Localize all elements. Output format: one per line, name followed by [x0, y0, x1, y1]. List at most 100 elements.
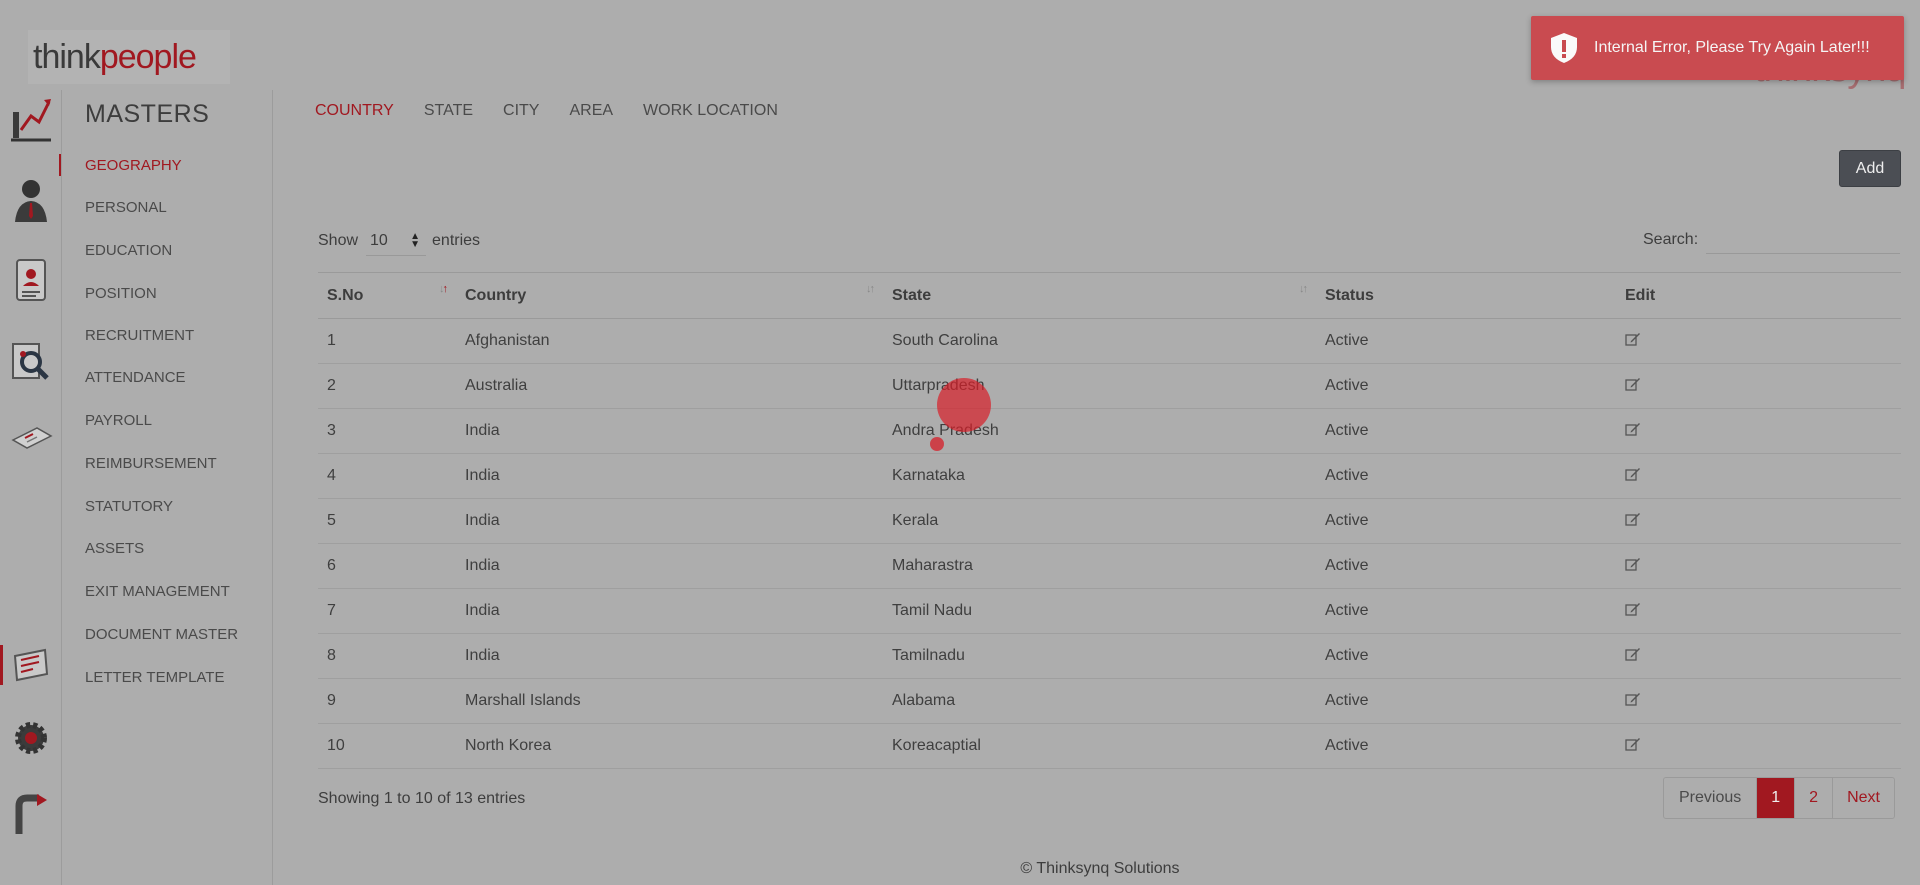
checklist-icon[interactable]	[8, 638, 54, 690]
edit-icon[interactable]	[1625, 332, 1641, 346]
tab-area[interactable]: AREA	[569, 102, 613, 120]
cell-country: Afghanistan	[456, 318, 883, 364]
edit-icon[interactable]	[1625, 377, 1641, 391]
cursor-dot	[930, 437, 944, 451]
previous-page-button[interactable]: Previous	[1664, 778, 1758, 818]
cell-country: India	[456, 543, 883, 589]
masters-sidebar: MASTERS GEOGRAPHY PERSONAL EDUCATION POS…	[59, 90, 273, 885]
sidebar-item-personal[interactable]: PERSONAL	[85, 199, 167, 216]
module-icon-rail	[0, 90, 62, 885]
cell-status: Active	[1316, 453, 1616, 499]
shield-alert-icon	[1551, 33, 1577, 63]
edit-icon[interactable]	[1625, 602, 1641, 616]
tab-state[interactable]: STATE	[424, 102, 473, 120]
cell-country: India	[456, 498, 883, 544]
cell-sno: 5	[318, 498, 456, 544]
cell-sno: 8	[318, 633, 456, 679]
column-header-edit: Edit	[1616, 272, 1901, 319]
cell-status: Active	[1316, 408, 1616, 454]
sidebar-item-exit-management[interactable]: EXIT MANAGEMENT	[85, 583, 230, 600]
edit-cell	[1616, 723, 1901, 769]
edit-cell	[1616, 588, 1901, 634]
table-row: 4 India Karnataka Active	[318, 453, 1901, 499]
edit-icon[interactable]	[1625, 422, 1641, 436]
cell-status: Active	[1316, 543, 1616, 589]
employee-icon[interactable]	[8, 174, 54, 226]
cell-status: Active	[1316, 633, 1616, 679]
search-input[interactable]	[1706, 226, 1901, 254]
column-header-status: Status	[1316, 272, 1616, 319]
click-indicator	[937, 378, 991, 432]
settings-gear-icon[interactable]	[8, 712, 54, 764]
sidebar-item-letter-template[interactable]: LETTER TEMPLATE	[85, 669, 224, 686]
error-toast[interactable]: Internal Error, Please Try Again Later!!…	[1531, 16, 1904, 80]
table-row: 2 Australia Uttarpradesh Active	[318, 363, 1901, 409]
sidebar-item-reimbursement[interactable]: REIMBURSEMENT	[85, 455, 217, 472]
sort-icon: ↓↑	[1299, 283, 1308, 295]
page-button-1[interactable]: 1	[1757, 778, 1796, 818]
table-row: 3 India Andra Pradesh Active	[318, 408, 1901, 454]
edit-icon[interactable]	[1625, 512, 1641, 526]
cell-country: India	[456, 588, 883, 634]
table-info: Showing 1 to 10 of 13 entries	[318, 790, 526, 807]
active-item-indicator	[59, 154, 61, 176]
next-page-button[interactable]: Next	[1833, 778, 1894, 818]
pagination: Previous 1 2 Next	[1663, 777, 1895, 819]
sidebar-item-recruitment[interactable]: RECRUITMENT	[85, 327, 194, 344]
table-row: 1 Afghanistan South Carolina Active	[318, 318, 1901, 364]
edit-icon[interactable]	[1625, 647, 1641, 661]
sidebar-item-document-master[interactable]: DOCUMENT MASTER	[85, 626, 238, 643]
cell-status: Active	[1316, 588, 1616, 634]
entries-select[interactable]: 10 ▲ ▼	[366, 226, 427, 256]
cell-sno: 7	[318, 588, 456, 634]
sidebar-item-geography[interactable]: GEOGRAPHY	[85, 157, 182, 174]
edit-cell	[1616, 363, 1901, 409]
growth-chart-icon[interactable]	[8, 92, 54, 144]
column-header-sno[interactable]: S.No ↓↑	[318, 272, 456, 319]
edit-icon[interactable]	[1625, 737, 1641, 751]
laptop-icon[interactable]	[8, 408, 54, 460]
footer-copyright: © Thinksynq Solutions	[1020, 860, 1180, 877]
edit-cell	[1616, 543, 1901, 589]
column-header-state[interactable]: State ↓↑	[883, 272, 1316, 319]
cell-state: Karnataka	[883, 453, 1316, 499]
tab-country[interactable]: COUNTRY	[315, 102, 394, 120]
cell-status: Active	[1316, 498, 1616, 544]
document-profile-icon[interactable]	[8, 254, 54, 306]
tab-city[interactable]: CITY	[503, 102, 539, 120]
table-header-row: S.No ↓↑ Country ↓↑ State ↓↑ Status Edit	[318, 272, 1901, 319]
edit-cell	[1616, 408, 1901, 454]
cell-state: South Carolina	[883, 318, 1316, 364]
cell-status: Active	[1316, 678, 1616, 724]
toast-message: Internal Error, Please Try Again Later!!…	[1594, 39, 1870, 56]
cell-sno: 6	[318, 543, 456, 589]
edit-icon[interactable]	[1625, 692, 1641, 706]
country-table: S.No ↓↑ Country ↓↑ State ↓↑ Status Edit 1 Af…	[318, 272, 1901, 769]
page-button-2[interactable]: 2	[1795, 778, 1834, 818]
search-person-icon[interactable]	[8, 334, 54, 386]
sidebar-item-education[interactable]: EDUCATION	[85, 242, 172, 259]
tab-work-location[interactable]: WORK LOCATION	[643, 102, 778, 120]
edit-icon[interactable]	[1625, 557, 1641, 571]
cell-sno: 9	[318, 678, 456, 724]
add-button[interactable]: Add	[1839, 150, 1901, 187]
cell-status: Active	[1316, 363, 1616, 409]
logout-icon[interactable]	[8, 788, 54, 840]
thinkpeople-logo: think people	[28, 30, 230, 84]
masters-title: MASTERS	[85, 100, 210, 128]
sidebar-item-position[interactable]: POSITION	[85, 285, 157, 302]
entries-select-value: 10	[370, 231, 388, 249]
sidebar-item-attendance[interactable]: ATTENDANCE	[85, 369, 186, 386]
column-header-country[interactable]: Country ↓↑	[456, 272, 883, 319]
sidebar-item-assets[interactable]: ASSETS	[85, 540, 144, 557]
cell-sno: 10	[318, 723, 456, 769]
table-row: 6 India Maharastra Active	[318, 543, 1901, 589]
sidebar-item-statutory[interactable]: STATUTORY	[85, 498, 173, 515]
edit-icon[interactable]	[1625, 467, 1641, 481]
entries-length-control: Show 10 ▲ ▼ entries	[318, 226, 480, 256]
sidebar-item-payroll[interactable]: PAYROLL	[85, 412, 152, 429]
cell-sno: 1	[318, 318, 456, 364]
cell-state: Tamilnadu	[883, 633, 1316, 679]
edit-cell	[1616, 453, 1901, 499]
search-label: Search:	[1643, 231, 1699, 248]
